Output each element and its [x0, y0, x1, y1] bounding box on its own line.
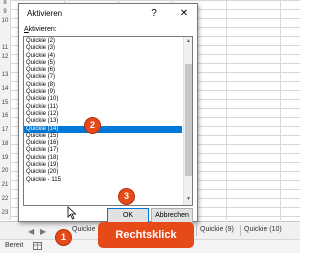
dialog-title: Aktivieren	[27, 9, 63, 18]
sheet-list: Quickie (2) Quickie (3) Quickie (4) Quickie…	[24, 38, 182, 184]
list-item[interactable]: Quickie (20)	[24, 169, 182, 176]
row-number: 8	[3, 0, 7, 6]
row-number: 14	[1, 86, 9, 92]
list-item[interactable]: Quickie (16)	[24, 140, 182, 147]
list-item[interactable]: Quickie (11)	[24, 104, 182, 111]
row-number: 13	[1, 72, 9, 78]
dialog-titlebar[interactable]: Aktivieren ? ✕	[19, 4, 197, 24]
scrollbar-thumb[interactable]	[185, 64, 192, 176]
close-button[interactable]: ✕	[177, 7, 191, 21]
help-button[interactable]: ?	[147, 7, 161, 21]
tab-separator	[196, 225, 197, 236]
list-item[interactable]: Quickie (14)	[24, 125, 182, 133]
row-number: 11	[1, 45, 9, 51]
list-item[interactable]: Quickie (5)	[24, 60, 182, 67]
list-item[interactable]: Quickie (12)	[24, 111, 182, 118]
label-text: ktivieren:	[28, 26, 57, 33]
sheet-view-icon[interactable]	[33, 242, 42, 250]
scroll-up-arrow-icon[interactable]: ▲	[185, 38, 192, 45]
row-number: 22	[1, 196, 9, 202]
sheet-tab-quickie-9[interactable]: Quickie (9)	[200, 226, 234, 233]
row-number: 9	[3, 9, 7, 15]
scroll-down-arrow-icon[interactable]: ▼	[185, 196, 192, 203]
list-item[interactable]: Quickie (17)	[24, 147, 182, 154]
row-number: 18	[1, 141, 9, 147]
row-number: 20	[1, 168, 9, 174]
list-item[interactable]: Quickie - 115	[24, 177, 182, 184]
ok-button[interactable]: OK	[107, 208, 149, 223]
row-number: 10	[1, 18, 9, 24]
list-item[interactable]: Quickie (2)	[24, 38, 182, 45]
list-item[interactable]: Quickie (6)	[24, 67, 182, 74]
row-number: 15	[1, 100, 9, 106]
activate-dialog: Aktivieren ? ✕ Aktivieren: Quickie (2) Qu…	[18, 3, 198, 223]
activate-label: Aktivieren:	[24, 26, 57, 33]
row-number: 21	[1, 182, 9, 188]
list-item[interactable]: Quickie (9)	[24, 89, 182, 96]
next-sheet-button[interactable]: ▶	[40, 227, 46, 236]
list-item[interactable]: Quickie (19)	[24, 162, 182, 169]
prev-sheet-button[interactable]: ◀	[28, 227, 34, 236]
status-ready: Bereit	[5, 242, 24, 249]
sheet-listbox[interactable]: Quickie (2) Quickie (3) Quickie (4) Quickie…	[23, 36, 193, 206]
step-2-marker: 2	[84, 117, 101, 134]
row-number: 23	[1, 210, 9, 216]
row-number: 17	[1, 127, 9, 133]
tab-separator	[240, 225, 241, 236]
list-item[interactable]: Quickie (8)	[24, 82, 182, 89]
cancel-button[interactable]: Abbrechen	[151, 208, 193, 223]
list-item[interactable]: Quickie (7)	[24, 74, 182, 81]
list-item[interactable]: Quickie (3)	[24, 45, 182, 52]
sheet-tab-quickie-10[interactable]: Quickie (10)	[244, 226, 282, 233]
list-item[interactable]: Quickie (10)	[24, 96, 182, 103]
row-number: 19	[1, 155, 9, 161]
list-item[interactable]: Quickie (15)	[24, 133, 182, 140]
right-click-banner: Rechtsklick	[98, 222, 194, 248]
sheet-tab-quickie[interactable]: Quickie	[72, 226, 95, 233]
mouse-cursor-icon	[67, 206, 77, 220]
list-item[interactable]: Quickie (18)	[24, 155, 182, 162]
listbox-scrollbar[interactable]: ▲ ▼	[183, 37, 192, 205]
list-item[interactable]: Quickie (13)	[24, 118, 182, 125]
step-3-marker: 3	[118, 188, 135, 205]
list-item[interactable]: Quickie (4)	[24, 53, 182, 60]
row-number: 16	[1, 113, 9, 119]
step-1-marker: 1	[55, 229, 72, 246]
row-number: 12	[1, 54, 9, 60]
